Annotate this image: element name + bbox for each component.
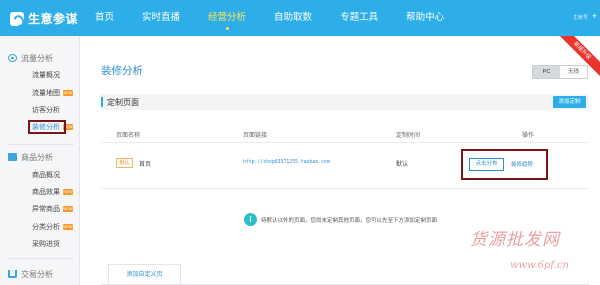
sidebar-divider: [8, 144, 74, 145]
info-message: 待默认以外的页面，您尚未定制其他页面，您可以先至下方添加定制页面: [261, 218, 438, 224]
highlight-box-actions: [461, 149, 548, 180]
sidebar-divider: [8, 258, 74, 259]
nav-help-center[interactable]: 帮助中心: [406, 0, 444, 36]
tab-add-custom-page[interactable]: 添加自定义页: [108, 264, 181, 285]
toggle-pc[interactable]: PC: [533, 66, 560, 78]
logo-text: 生意参谋: [28, 12, 79, 26]
sidebar-item-category-analysis[interactable]: 分类分析: [32, 223, 60, 232]
new-badge: NEW: [63, 224, 73, 230]
nav-operation-analysis[interactable]: 经营分析: [208, 0, 246, 36]
default-tag: 默认: [116, 158, 133, 168]
user-account-label[interactable]: 主帐号: [573, 14, 588, 21]
sidebar: 流量分析 流量概况 流量地图 NEW 访客分析 装修分析 NEW 商品分析 商品…: [0, 36, 80, 285]
sidebar-group-transaction[interactable]: 交易分析: [8, 268, 53, 280]
new-badge: NEW: [63, 206, 73, 212]
cart-icon: [8, 270, 17, 278]
page-title: 装修分析: [101, 65, 143, 77]
row-page-link[interactable]: http://shop63371255.taobao.com: [243, 160, 330, 165]
watermark-url: www.6pf.cn: [510, 260, 569, 271]
section-accent: [101, 97, 103, 107]
nav-realtime[interactable]: 实时直播: [142, 0, 180, 36]
sidebar-item-product-overview[interactable]: 商品概况: [32, 171, 60, 180]
table-divider: [101, 188, 589, 189]
nav-home[interactable]: 首页: [95, 0, 114, 36]
nav-self-service-data[interactable]: 自助取数: [274, 0, 312, 36]
new-badge: NEW: [63, 189, 73, 195]
section-header: 定制页面 添加定制: [101, 94, 589, 110]
sidebar-group-product[interactable]: 商品分析: [8, 151, 53, 163]
sidebar-group-title: 流量分析: [21, 53, 53, 63]
logo[interactable]: 生意参谋: [10, 10, 78, 27]
section-title: 定制页面: [107, 98, 139, 107]
ribbon-label: 新版升级: [560, 36, 600, 76]
box-icon: [8, 153, 17, 161]
expand-icon[interactable]: +: [592, 11, 597, 21]
watermark-text: 货源批发网: [470, 230, 560, 250]
sidebar-item-visitor-analysis[interactable]: 访客分析: [32, 106, 60, 115]
sidebar-group-title: 商品分析: [21, 152, 53, 162]
sidebar-item-traffic-map[interactable]: 流量地图: [32, 89, 60, 98]
table-divider: [101, 142, 589, 143]
add-custom-button[interactable]: 添加定制: [553, 96, 586, 108]
sidebar-item-traffic-overview[interactable]: 流量概况: [32, 71, 60, 80]
highlight-box-sidebar: [28, 120, 66, 134]
column-header-custom-time: 定制时间: [396, 133, 421, 139]
row-custom-time: 默认: [396, 162, 409, 168]
nav-topic-tools[interactable]: 专题工具: [340, 0, 378, 36]
sidebar-item-purchasing[interactable]: 采购进货: [32, 240, 60, 249]
sidebar-item-abnormal-products[interactable]: 异常商品: [32, 205, 60, 214]
main-nav: 首页 实时直播 经营分析 自助取数 专题工具 帮助中心: [95, 0, 472, 36]
column-header-page-link: 页面链接: [243, 133, 268, 139]
column-header-actions: 操作: [522, 133, 535, 139]
new-badge: NEW: [63, 90, 73, 96]
sidebar-group-traffic[interactable]: 流量分析: [8, 52, 53, 64]
sidebar-item-product-effect[interactable]: 商品效果: [32, 188, 60, 197]
sidebar-group-title: 交易分析: [21, 269, 53, 279]
eye-icon: [8, 54, 17, 62]
top-nav-bar: 生意参谋 首页 实时直播 经营分析 自助取数 专题工具 帮助中心 主帐号 +: [0, 0, 600, 36]
column-header-page-name: 页面名称: [116, 133, 141, 139]
logo-icon: [10, 11, 24, 26]
info-icon: i: [244, 213, 257, 226]
corner-ribbon[interactable]: 新版升级: [560, 36, 600, 76]
row-page-name: 首页: [139, 162, 152, 168]
